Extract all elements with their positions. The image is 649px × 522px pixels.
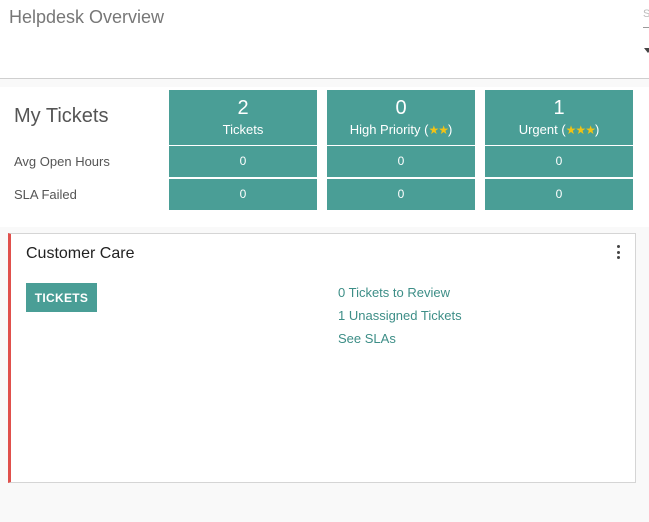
row-label-sla-failed: SLA Failed [14,187,77,202]
urgent-stat-button[interactable]: 1 Urgent (★★★) [485,90,633,145]
team-card: Customer Care TICKETS 0 Tickets to Revie… [8,233,636,483]
star-icon: ★★★ [565,123,596,137]
urgent-label: Urgent (★★★) [518,122,600,137]
search-input[interactable]: S [643,8,649,28]
urgent-avg-open-hours[interactable]: 0 [485,146,633,177]
high-priority-stat-button[interactable]: 0 High Priority (★★) [327,90,475,145]
urgent-count: 1 [553,97,565,119]
tickets-label: Tickets [222,122,264,137]
my-tickets-title: My Tickets [14,105,109,127]
tickets-stat-button[interactable]: 2 Tickets [169,90,317,145]
page-title: Helpdesk Overview [9,7,165,27]
kebab-menu-icon[interactable] [615,245,621,259]
my-tickets-panel: My Tickets Avg Open Hours SLA Failed 2 T… [0,87,649,227]
tickets-avg-open-hours[interactable]: 0 [169,146,317,177]
see-slas-link[interactable]: See SLAs [338,331,396,346]
caret-down-icon[interactable] [644,48,649,53]
team-name: Customer Care [26,245,135,262]
unassigned-tickets-link[interactable]: 1 Unassigned Tickets [338,308,462,323]
tickets-button[interactable]: TICKETS [26,283,97,312]
high-priority-sla-failed[interactable]: 0 [327,179,475,210]
urgent-sla-failed[interactable]: 0 [485,179,633,210]
tickets-sla-failed[interactable]: 0 [169,179,317,210]
control-panel: Helpdesk Overview S [0,0,649,79]
row-label-avg-open-hours: Avg Open Hours [14,154,110,169]
high-priority-avg-open-hours[interactable]: 0 [327,146,475,177]
star-icon: ★★ [428,123,448,137]
high-priority-count: 0 [395,97,407,119]
high-priority-label: High Priority (★★) [349,122,453,137]
tickets-count: 2 [237,97,249,119]
tickets-to-review-link[interactable]: 0 Tickets to Review [338,285,450,300]
